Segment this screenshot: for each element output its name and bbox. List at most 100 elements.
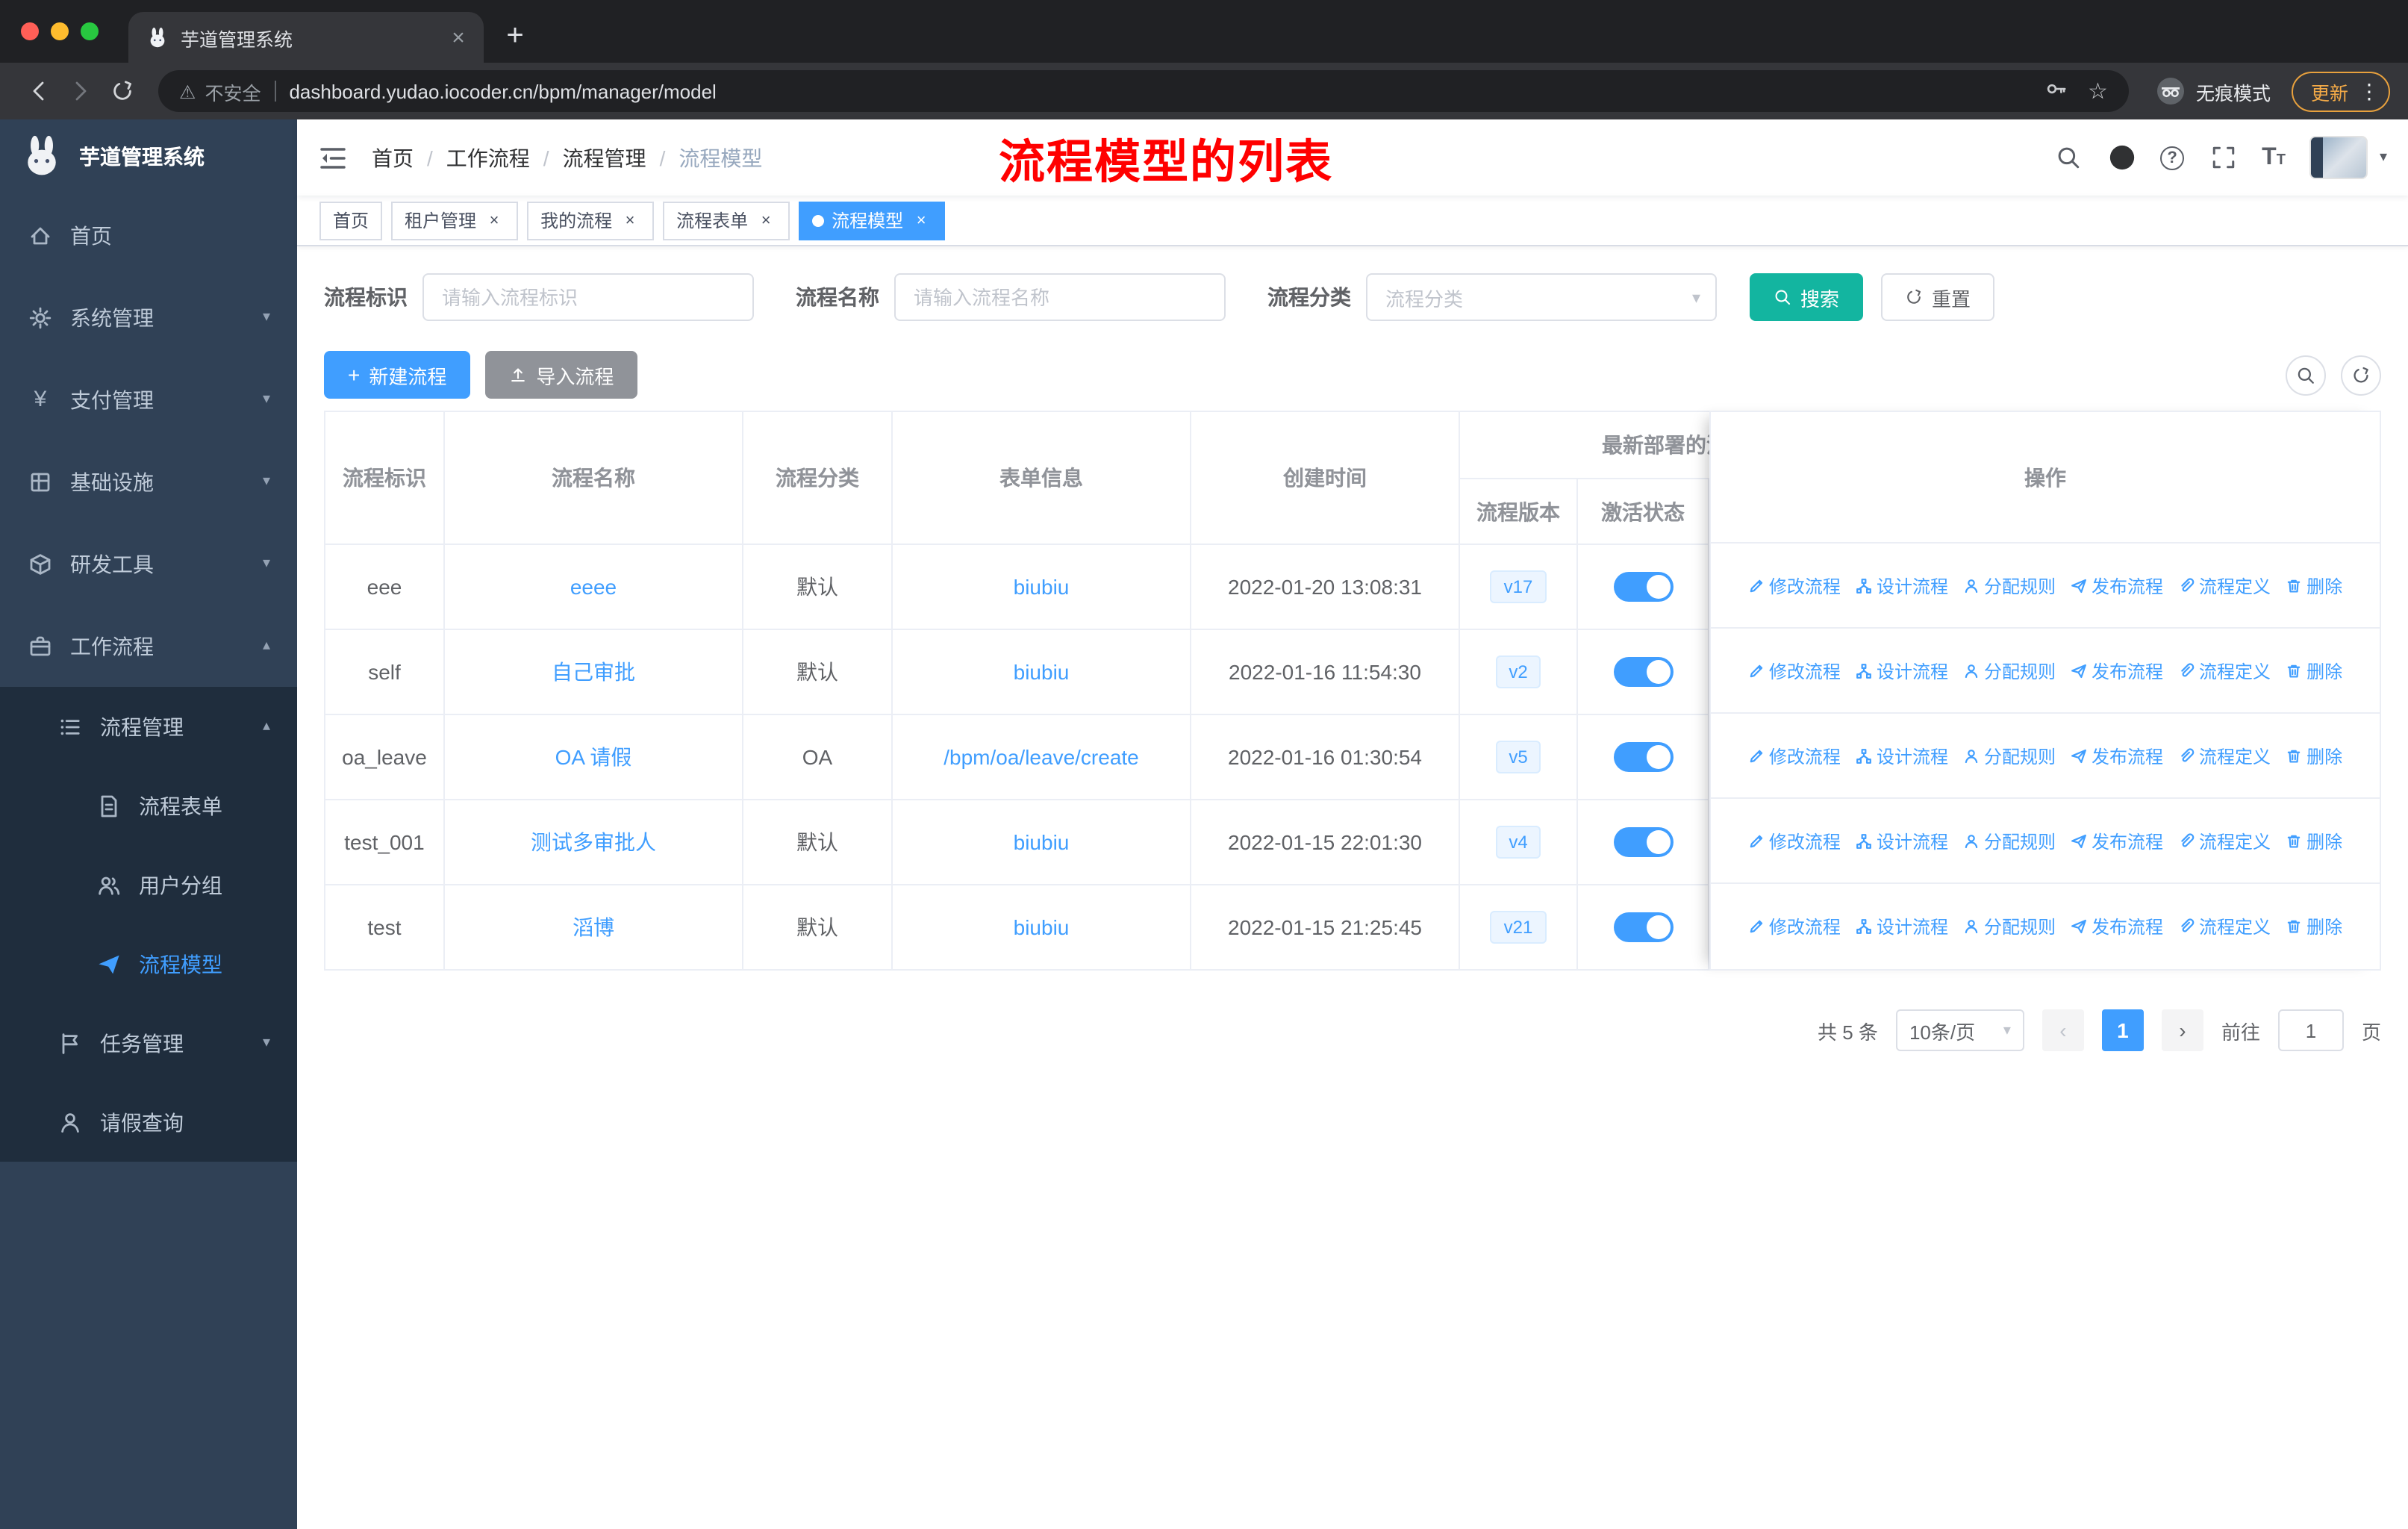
edit-process-link[interactable]: 修改流程 (1748, 658, 1841, 683)
zoom-window-button[interactable] (81, 22, 99, 40)
process-name-link[interactable]: 测试多审批人 (531, 830, 656, 854)
delete-link[interactable]: 删除 (2286, 743, 2342, 768)
active-status-toggle[interactable] (1613, 657, 1673, 687)
sidebar-item-infrastructure[interactable]: 基础设施 ▾ (0, 440, 297, 523)
close-window-button[interactable] (21, 22, 39, 40)
active-status-toggle[interactable] (1613, 827, 1673, 857)
font-size-icon[interactable]: TT (2262, 145, 2286, 169)
page-number-button[interactable]: 1 (2101, 1009, 2144, 1051)
design-process-link[interactable]: 设计流程 (1856, 573, 1948, 598)
breadcrumb-process-management[interactable]: 流程管理 (563, 143, 646, 172)
process-name-link[interactable]: 自己审批 (552, 660, 635, 684)
process-name-link[interactable]: eeee (570, 575, 617, 599)
publish-process-link[interactable]: 发布流程 (2071, 658, 2163, 683)
reload-icon[interactable] (102, 70, 143, 112)
tag-close-icon[interactable]: × (911, 210, 932, 231)
edit-process-link[interactable]: 修改流程 (1748, 914, 1841, 939)
process-name-input[interactable] (894, 273, 1226, 321)
new-tab-button[interactable]: + (493, 13, 537, 58)
tag-home[interactable]: 首页 (319, 201, 383, 240)
minimize-window-button[interactable] (51, 22, 69, 40)
process-name-link[interactable]: OA 请假 (555, 745, 632, 769)
sidebar-item-dev-tools[interactable]: 研发工具 ▾ (0, 523, 297, 605)
sidebar-item-leave-query[interactable]: 请假查询 (0, 1083, 297, 1162)
design-process-link[interactable]: 设计流程 (1856, 743, 1948, 768)
tag-tenant[interactable]: 租户管理 × (391, 201, 519, 240)
create-process-button[interactable]: + 新建流程 (324, 351, 471, 399)
breadcrumb-workflow[interactable]: 工作流程 (446, 143, 530, 172)
active-status-toggle[interactable] (1613, 572, 1673, 602)
browser-menu-kebab-icon[interactable]: ⋮ (2359, 78, 2380, 104)
search-button[interactable]: 搜索 (1750, 273, 1864, 321)
delete-link[interactable]: 删除 (2286, 573, 2342, 598)
sidebar-collapse-icon[interactable] (318, 141, 351, 174)
assign-rule-link[interactable]: 分配规则 (1963, 743, 2056, 768)
process-definition-link[interactable]: 流程定义 (2178, 658, 2271, 683)
assign-rule-link[interactable]: 分配规则 (1963, 573, 2056, 598)
sidebar-item-task-management[interactable]: 任务管理 ▾ (0, 1003, 297, 1083)
address-bar[interactable]: ⚠ 不安全 dashboard.yudao.iocoder.cn/bpm/man… (158, 70, 2129, 112)
sidebar-item-workflow[interactable]: 工作流程 ▴ (0, 605, 297, 687)
page-size-select[interactable]: 10条/页 ▾ (1895, 1009, 2024, 1051)
refresh-icon[interactable] (2341, 355, 2381, 395)
sidebar-item-process-form[interactable]: 流程表单 (0, 766, 297, 845)
process-definition-link[interactable]: 流程定义 (2178, 914, 2271, 939)
toggle-search-icon[interactable] (2286, 355, 2326, 395)
sidebar-item-payment[interactable]: ¥ 支付管理 ▾ (0, 358, 297, 440)
form-info-link[interactable]: biubiu (1014, 915, 1070, 939)
tag-my-process[interactable]: 我的流程 × (527, 201, 655, 240)
tag-close-icon[interactable]: × (484, 210, 505, 231)
reset-button[interactable]: 重置 (1881, 273, 1995, 321)
prev-page-button[interactable]: ‹ (2042, 1009, 2084, 1051)
avatar[interactable] (2309, 136, 2368, 179)
form-info-link[interactable]: biubiu (1014, 660, 1070, 684)
delete-link[interactable]: 删除 (2286, 914, 2342, 939)
process-definition-link[interactable]: 流程定义 (2178, 828, 2271, 853)
process-category-select[interactable]: 流程分类 ▾ (1366, 273, 1717, 321)
help-icon[interactable]: ? (2160, 146, 2185, 169)
form-info-link[interactable]: biubiu (1014, 575, 1070, 599)
password-key-icon[interactable] (2044, 78, 2067, 105)
process-definition-link[interactable]: 流程定义 (2178, 573, 2271, 598)
edit-process-link[interactable]: 修改流程 (1748, 573, 1841, 598)
tag-close-icon[interactable]: × (755, 210, 776, 231)
sidebar-item-process-management[interactable]: 流程管理 ▴ (0, 687, 297, 766)
sidebar-item-home[interactable]: 首页 (0, 194, 297, 276)
search-icon[interactable] (2053, 143, 2083, 172)
sidebar-item-user-group[interactable]: 用户分组 (0, 845, 297, 924)
fullscreen-icon[interactable] (2208, 143, 2238, 172)
tag-process-model[interactable]: 流程模型 × (799, 201, 946, 240)
process-name-link[interactable]: 滔博 (573, 915, 614, 939)
form-info-link[interactable]: /bpm/oa/leave/create (943, 745, 1139, 769)
next-page-button[interactable]: › (2161, 1009, 2203, 1051)
publish-process-link[interactable]: 发布流程 (2071, 743, 2163, 768)
design-process-link[interactable]: 设计流程 (1856, 914, 1948, 939)
active-status-toggle[interactable] (1613, 912, 1673, 942)
back-icon[interactable] (18, 70, 60, 112)
assign-rule-link[interactable]: 分配规则 (1963, 828, 2056, 853)
browser-tab[interactable]: 芋道管理系统 × (128, 12, 484, 63)
bookmark-star-icon[interactable]: ☆ (2088, 78, 2108, 105)
tag-close-icon[interactable]: × (620, 210, 640, 231)
breadcrumb-home[interactable]: 首页 (372, 143, 414, 172)
publish-process-link[interactable]: 发布流程 (2071, 573, 2163, 598)
delete-link[interactable]: 删除 (2286, 828, 2342, 853)
goto-page-input[interactable] (2277, 1009, 2344, 1051)
design-process-link[interactable]: 设计流程 (1856, 658, 1948, 683)
sidebar-item-system[interactable]: 系统管理 ▾ (0, 276, 297, 358)
edit-process-link[interactable]: 修改流程 (1748, 828, 1841, 853)
browser-update-button[interactable]: 更新 ⋮ (2291, 71, 2390, 111)
sidebar-item-process-model[interactable]: 流程模型 (0, 924, 297, 1003)
assign-rule-link[interactable]: 分配规则 (1963, 658, 2056, 683)
tag-process-form[interactable]: 流程表单 × (663, 201, 790, 240)
process-definition-link[interactable]: 流程定义 (2178, 743, 2271, 768)
github-icon[interactable] (2106, 143, 2136, 172)
assign-rule-link[interactable]: 分配规则 (1963, 914, 2056, 939)
delete-link[interactable]: 删除 (2286, 658, 2342, 683)
security-status[interactable]: ⚠ 不安全 (179, 77, 261, 105)
form-info-link[interactable]: biubiu (1014, 830, 1070, 854)
active-status-toggle[interactable] (1613, 742, 1673, 772)
publish-process-link[interactable]: 发布流程 (2071, 914, 2163, 939)
tab-close-icon[interactable]: × (445, 24, 472, 51)
forward-icon[interactable] (60, 70, 102, 112)
